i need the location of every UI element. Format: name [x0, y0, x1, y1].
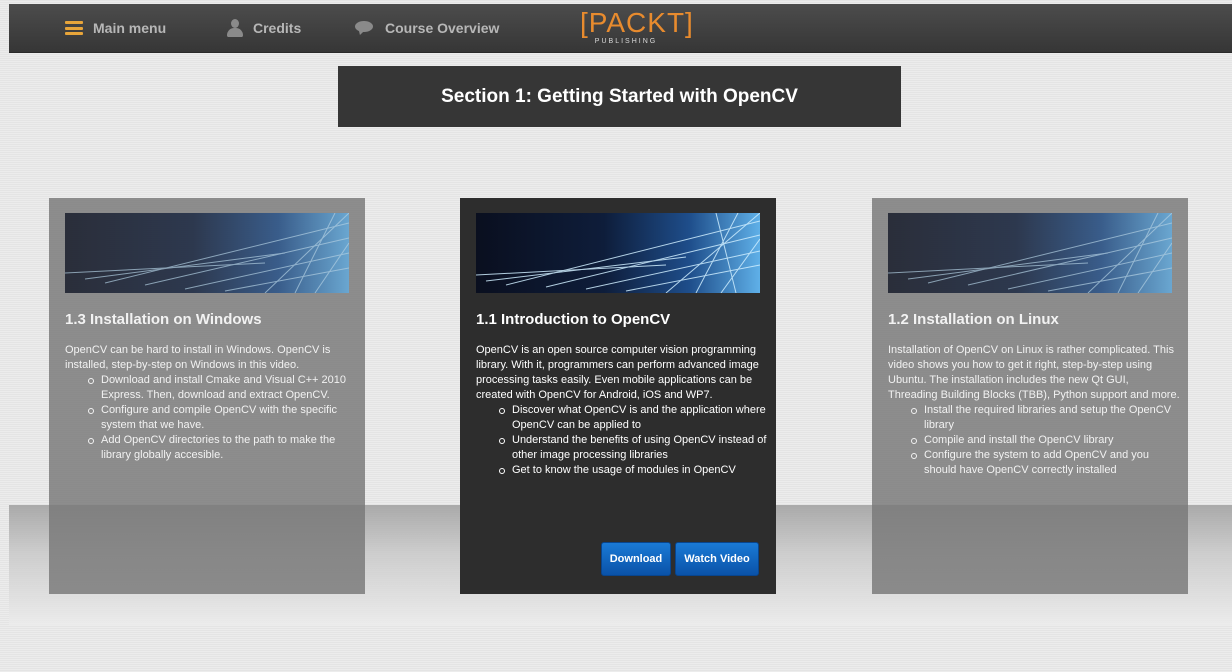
card-description: OpenCV is an open source computer vision…	[476, 343, 768, 478]
light-streaks-image	[888, 213, 1172, 293]
card-title: 1.1 Introduction to OpenCV	[476, 311, 671, 328]
video-card-linux[interactable]: 1.2 Installation on Linux Installation o…	[872, 198, 1188, 594]
hamburger-menu-icon	[65, 21, 83, 35]
list-item: Configure the system to add OpenCV and y…	[911, 448, 1180, 478]
list-item: Configure and compile OpenCV with the sp…	[88, 403, 357, 433]
card-intro: OpenCV can be hard to install in Windows…	[65, 344, 331, 371]
light-streaks-image	[65, 213, 349, 293]
main-menu-button[interactable]: Main menu	[65, 4, 166, 52]
course-overview-label: Course Overview	[385, 20, 500, 36]
card-intro: Installation of OpenCV on Linux is rathe…	[888, 344, 1180, 401]
logo-text: [PACKT]	[580, 7, 694, 38]
card-description: OpenCV can be hard to install in Windows…	[65, 343, 357, 463]
video-card-introduction: 1.1 Introduction to OpenCV OpenCV is an …	[460, 198, 776, 594]
list-item: Understand the benefits of using OpenCV …	[499, 434, 767, 461]
card-thumbnail	[888, 213, 1172, 293]
card-intro: OpenCV is an open source computer vision…	[476, 344, 759, 401]
packt-logo[interactable]: [PACKT] PUBLISHING	[580, 7, 694, 52]
light-streaks-image	[476, 213, 760, 293]
list-item: Download and install Cmake and Visual C+…	[88, 373, 357, 403]
card-bullet-list: Download and install Cmake and Visual C+…	[65, 373, 357, 463]
list-item: Install the required libraries and setup…	[911, 403, 1180, 433]
speech-bubble-icon	[355, 21, 375, 37]
course-overview-button[interactable]: Course Overview	[355, 4, 499, 52]
credits-label: Credits	[253, 20, 302, 36]
list-item: Compile and install the OpenCV library	[911, 433, 1180, 448]
list-item: Discover what OpenCV is and the applicat…	[499, 403, 768, 433]
card-thumbnail	[65, 213, 349, 293]
credits-button[interactable]: Credits	[227, 4, 301, 52]
logo-subtitle: PUBLISHING	[594, 38, 658, 45]
watch-video-button[interactable]: Watch Video	[675, 542, 759, 576]
list-item: Get to know the usage of modules in Open…	[499, 463, 768, 478]
card-bullet-list: Discover what OpenCV is and the applicat…	[476, 403, 768, 478]
card-thumbnail	[476, 213, 760, 293]
user-icon	[227, 19, 243, 37]
download-button[interactable]: Download	[601, 542, 671, 576]
card-bullet-list: Install the required libraries and setup…	[888, 403, 1180, 478]
card-title: 1.3 Installation on Windows	[65, 311, 262, 328]
card-description: Installation of OpenCV on Linux is rathe…	[888, 343, 1180, 478]
card-title: 1.2 Installation on Linux	[888, 311, 1059, 328]
main-menu-label: Main menu	[93, 20, 167, 36]
section-title: Section 1: Getting Started with OpenCV	[338, 66, 901, 127]
video-card-windows[interactable]: 1.3 Installation on Windows OpenCV can b…	[49, 198, 365, 594]
top-nav-bar: Main menu Credits Course Overview [PACKT…	[9, 4, 1232, 53]
list-item: Add OpenCV directories to the path to ma…	[88, 433, 357, 463]
